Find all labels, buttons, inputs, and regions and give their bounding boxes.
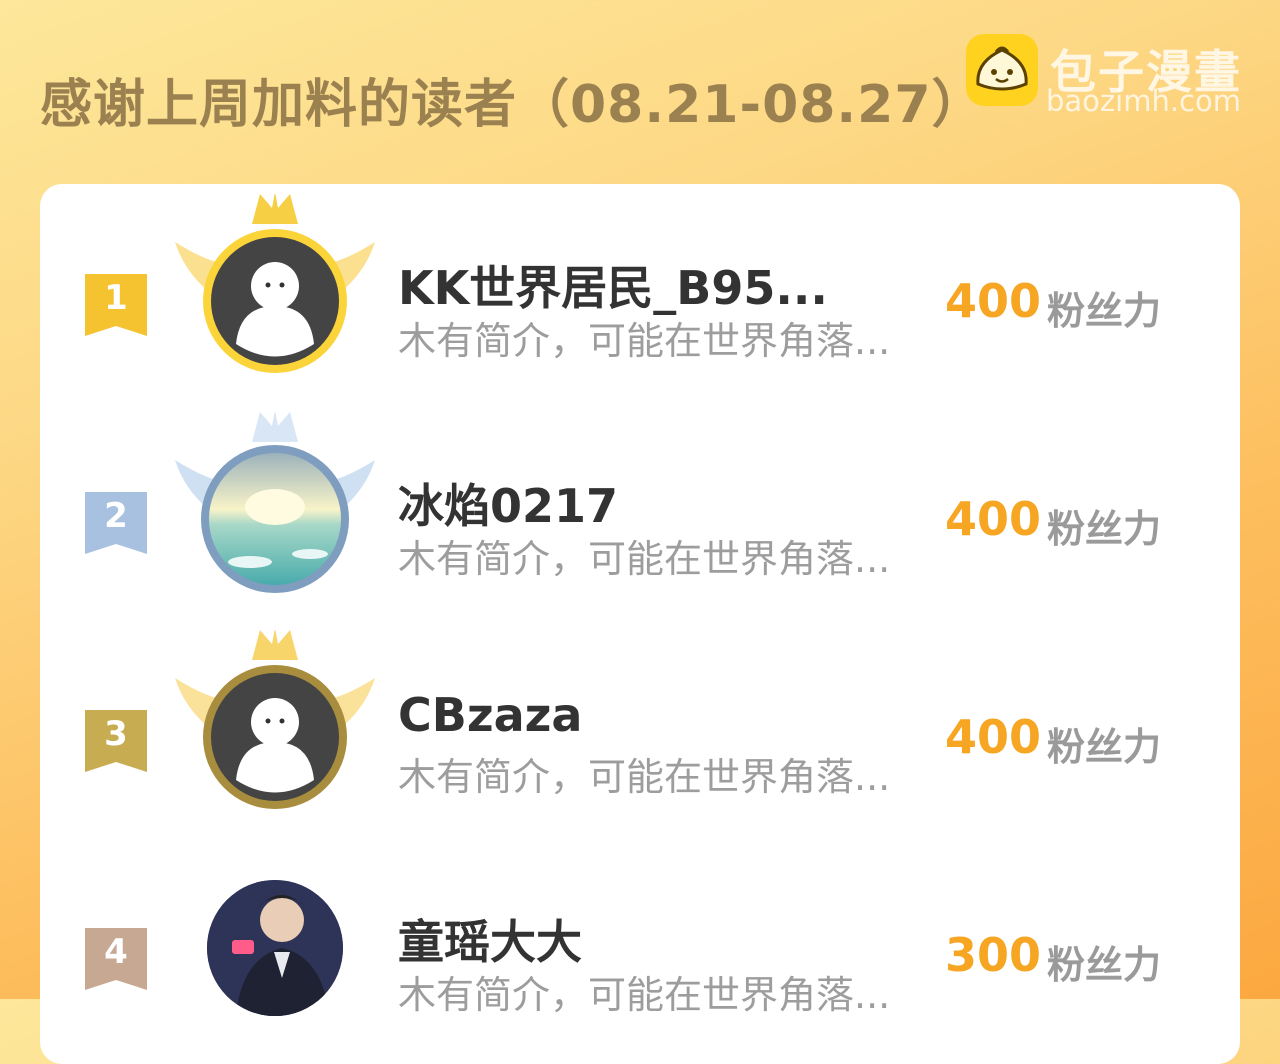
crown-icon	[252, 410, 298, 442]
site-logo[interactable]: 包子漫畫 baozimh.com	[966, 34, 1266, 124]
rank-badge-4: 4	[85, 928, 147, 990]
rank-number: 3	[104, 714, 128, 754]
reader-bio: 木有简介，可能在世界角落...	[398, 537, 891, 581]
fan-score-unit: 粉丝力	[1047, 507, 1162, 551]
rank-number: 1	[104, 278, 128, 318]
fan-score: 300	[945, 928, 1042, 982]
list-item[interactable]: 3 CBzaza 木有简介，可能在世界角落... 400 粉丝力	[40, 628, 1240, 830]
rank-badge-2: 2	[85, 492, 147, 554]
crown-icon	[252, 192, 298, 224]
fan-score-unit: 粉丝力	[1047, 943, 1162, 987]
fan-score-unit: 粉丝力	[1047, 289, 1162, 333]
crown-icon	[252, 628, 298, 660]
reader-name: KK世界居民_B95...	[398, 261, 828, 315]
page-title: 感谢上周加料的读者（08.21-08.27）	[40, 75, 985, 135]
avatar[interactable]	[170, 628, 380, 830]
fan-score: 400	[945, 274, 1042, 328]
rank-badge-3: 3	[85, 710, 147, 772]
fan-score-unit: 粉丝力	[1047, 725, 1162, 769]
rank-number: 2	[104, 496, 128, 536]
reader-bio: 木有简介，可能在世界角落...	[398, 973, 891, 1017]
reader-bio: 木有简介，可能在世界角落...	[398, 319, 891, 363]
fan-score: 400	[945, 492, 1042, 546]
fan-score: 400	[945, 710, 1042, 764]
list-item[interactable]: 2 冰焰0217 木有简介，可能在世界角落... 400 粉丝力	[40, 410, 1240, 612]
rank-badge-1: 1	[85, 274, 147, 336]
reader-name: 童瑶大大	[398, 915, 582, 969]
avatar[interactable]	[170, 848, 380, 1048]
reader-name: 冰焰0217	[398, 479, 619, 533]
avatar[interactable]	[170, 192, 380, 394]
reader-bio: 木有简介，可能在世界角落...	[398, 755, 891, 799]
logo-domain: baozimh.com	[1046, 84, 1241, 118]
avatar[interactable]	[170, 410, 380, 612]
list-item[interactable]: 4 童瑶大大 木有简介，可能在世界角落... 300 粉丝力	[40, 848, 1240, 1048]
list-item[interactable]: 1 KK世界居民_B95... 木有简介，可能在世界角落... 400 粉丝力	[40, 192, 1240, 394]
leaderboard-card: 1 KK世界居民_B95... 木有简介，可能在世界角落... 400 粉丝力 …	[40, 184, 1240, 1064]
bun-logo-icon	[966, 34, 1038, 106]
rank-number: 4	[104, 932, 128, 972]
reader-name: CBzaza	[398, 688, 583, 742]
